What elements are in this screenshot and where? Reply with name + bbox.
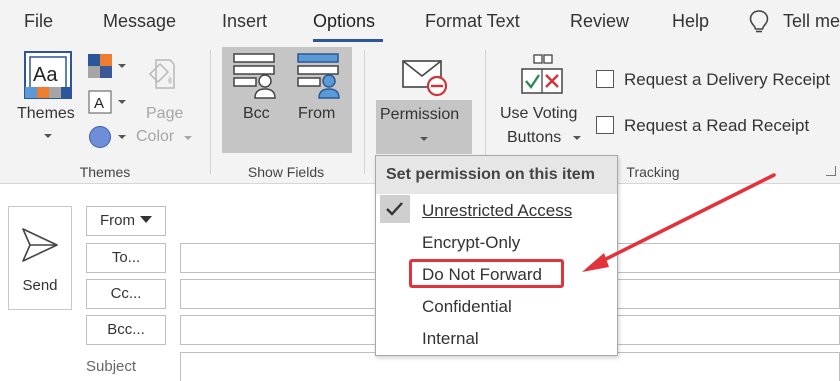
annotation-arrow <box>582 173 776 272</box>
